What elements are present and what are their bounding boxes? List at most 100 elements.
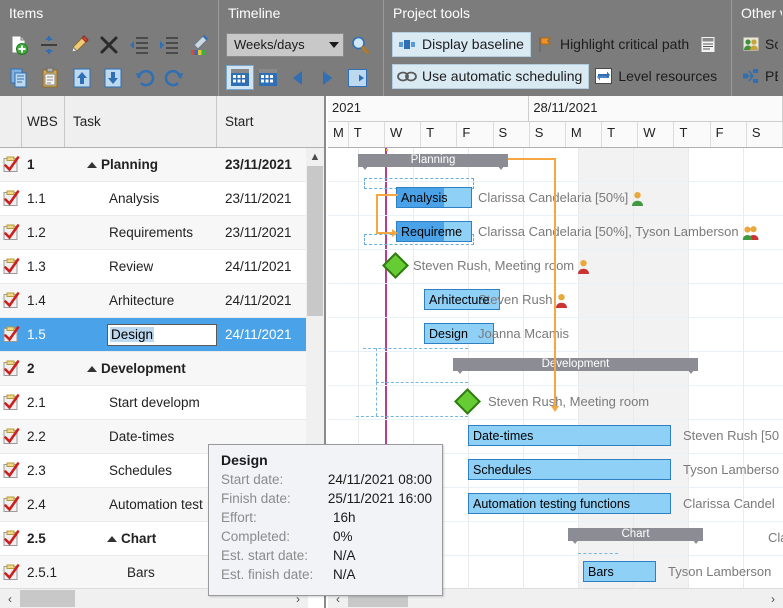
summary-bar[interactable]: Planning <box>358 154 508 167</box>
table-row[interactable]: 2Development <box>0 352 308 386</box>
table-row[interactable]: 1.2Requirements23/11/2021 <box>0 216 308 250</box>
cell-task[interactable]: Review <box>65 259 217 274</box>
task-checkbox-icon[interactable] <box>0 156 22 173</box>
tooltip-value: 16h <box>333 508 356 527</box>
column-header-task[interactable]: Task <box>65 96 217 147</box>
edit-task-icon[interactable] <box>64 29 94 60</box>
resource-schedule-button[interactable]: Sc <box>736 28 778 60</box>
task-bar[interactable]: Requireme <box>396 221 472 242</box>
calendar-week-icon[interactable] <box>226 65 254 90</box>
task-checkbox-icon[interactable] <box>0 360 22 377</box>
task-checkbox-icon[interactable] <box>0 564 22 581</box>
indent-icon[interactable] <box>154 29 184 60</box>
ribbon-group-other-views-title: Other v <box>732 0 782 28</box>
move-up-icon[interactable] <box>66 62 97 93</box>
baseline-link <box>363 348 468 349</box>
grid-vscroll-thumb[interactable] <box>307 166 323 316</box>
cell-task[interactable]: Chart <box>65 531 217 546</box>
timescale-week-label: 28/11/2021 <box>529 96 783 121</box>
table-row[interactable]: 1.3Review24/11/2021 <box>0 250 308 284</box>
display-baseline-toggle[interactable]: Display baseline <box>392 32 531 57</box>
task-bar[interactable]: Analysis <box>396 187 472 208</box>
table-row[interactable]: 1.5Design24/11/2021 <box>0 318 308 352</box>
highlight-critical-path-button[interactable]: Highlight critical path <box>531 32 693 57</box>
cell-task[interactable]: Design <box>65 324 217 346</box>
task-checkbox-icon[interactable] <box>0 496 22 513</box>
calendar-month-icon[interactable] <box>254 65 282 90</box>
pert-chart-button[interactable]: PE <box>736 60 778 92</box>
format-icon[interactable] <box>184 29 214 60</box>
cell-wbs: 1 <box>22 157 65 172</box>
task-checkbox-icon[interactable] <box>0 428 22 445</box>
ribbon-group-project-tools: Project tools Display baseline <box>384 0 732 96</box>
cell-wbs: 2.5 <box>22 531 65 546</box>
cell-task[interactable]: Development <box>65 361 217 376</box>
table-row[interactable]: 1Planning23/11/2021 <box>0 148 308 182</box>
cell-task[interactable]: Bars <box>65 565 217 580</box>
tooltip-row: Est. finish date:N/A <box>221 565 432 584</box>
cell-task[interactable]: Automation test <box>65 497 217 512</box>
grid-hscroll-thumb[interactable] <box>20 590 75 607</box>
scroll-left-arrow-icon[interactable]: ‹ <box>0 589 20 608</box>
task-name-input[interactable]: Design <box>107 324 217 346</box>
cell-task[interactable]: Date-times <box>65 429 217 444</box>
task-checkbox-icon[interactable] <box>0 326 22 343</box>
new-task-icon[interactable] <box>4 29 34 60</box>
use-automatic-scheduling-toggle[interactable]: Use automatic scheduling <box>392 64 589 89</box>
task-checkbox-icon[interactable] <box>0 190 22 207</box>
swap-icon <box>593 67 613 85</box>
cell-task[interactable]: Requirements <box>65 225 217 240</box>
undo-icon[interactable] <box>128 62 159 93</box>
cell-wbs: 1.4 <box>22 293 65 308</box>
delete-task-icon[interactable] <box>94 29 124 60</box>
cell-task[interactable]: Schedules <box>65 463 217 478</box>
task-bar[interactable]: Date-times <box>468 425 671 446</box>
copy-icon[interactable] <box>4 62 35 93</box>
cell-task[interactable]: Start developm <box>65 395 217 410</box>
table-row[interactable]: 2.1Start developm <box>0 386 308 420</box>
zoom-icon[interactable] <box>344 29 375 60</box>
task-checkbox-icon[interactable] <box>0 394 22 411</box>
next-icon[interactable] <box>312 65 342 90</box>
move-down-icon[interactable] <box>97 62 128 93</box>
task-bar-label: Requireme <box>397 225 462 239</box>
tooltip-key: Completed: <box>221 527 333 546</box>
cell-task[interactable]: Arhitecture <box>65 293 217 308</box>
prev-icon[interactable] <box>282 65 312 90</box>
summary-bar[interactable]: Development <box>453 358 698 371</box>
task-checkbox-icon[interactable] <box>0 462 22 479</box>
cell-task[interactable]: Planning <box>65 157 217 172</box>
table-row[interactable]: 1.4Arhitecture24/11/2021 <box>0 284 308 318</box>
task-checkbox-icon[interactable] <box>0 292 22 309</box>
task-bar[interactable]: Bars <box>583 561 656 582</box>
cell-wbs: 2.1 <box>22 395 65 410</box>
paste-icon[interactable] <box>35 62 66 93</box>
expand-collapse-icon[interactable] <box>107 536 117 542</box>
split-task-icon[interactable] <box>34 29 64 60</box>
report-icon[interactable] <box>693 29 724 60</box>
tooltip-row: Finish date:25/11/2021 16:00 <box>221 489 432 508</box>
level-resources-button[interactable]: Level resources <box>589 64 721 89</box>
column-header-wbs[interactable]: WBS <box>22 96 65 147</box>
outdent-icon[interactable] <box>124 29 154 60</box>
tooltip-value: N/A <box>333 565 356 584</box>
expand-collapse-icon[interactable] <box>87 162 97 168</box>
milestone-marker[interactable] <box>454 388 481 415</box>
scroll-up-arrow-icon[interactable]: ▲ <box>306 148 324 166</box>
task-checkbox-icon[interactable] <box>0 258 22 275</box>
goto-today-icon[interactable] <box>342 62 373 93</box>
task-bar[interactable]: Schedules <box>468 459 671 480</box>
column-header-start[interactable]: Start <box>217 96 307 147</box>
milestone-marker[interactable] <box>382 252 409 279</box>
redo-icon[interactable] <box>159 62 190 93</box>
task-checkbox-icon[interactable] <box>0 224 22 241</box>
task-bar[interactable]: Automation testing functions <box>468 493 671 514</box>
chart-scroll-right-arrow-icon[interactable]: › <box>763 589 783 608</box>
table-row[interactable]: 1.1Analysis23/11/2021 <box>0 182 308 216</box>
resource-label: Clarissa Candel <box>683 496 775 511</box>
summary-bar[interactable]: Chart <box>568 528 703 541</box>
task-checkbox-icon[interactable] <box>0 530 22 547</box>
cell-task[interactable]: Analysis <box>65 191 217 206</box>
expand-collapse-icon[interactable] <box>87 366 97 372</box>
timescale-select[interactable]: Weeks/days <box>226 33 344 57</box>
